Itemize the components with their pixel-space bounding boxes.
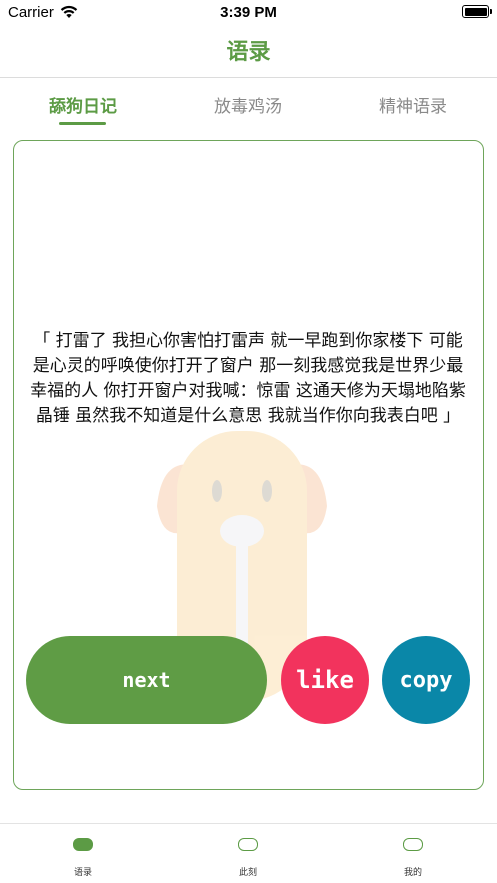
tab-spirit-quotes[interactable]: 精神语录 — [353, 92, 473, 117]
tabbar-label: 我的 — [403, 868, 422, 878]
status-bar: Carrier 3:39 PM — [0, 0, 497, 26]
next-button[interactable]: next — [26, 636, 267, 724]
tabbar-item-profile[interactable]: 我的 — [373, 838, 453, 878]
battery-icon — [462, 5, 492, 18]
tab-licking-diary[interactable]: 舔狗日记 — [23, 92, 143, 117]
copy-button[interactable]: copy — [382, 636, 470, 724]
status-time: 3:39 PM — [220, 4, 277, 21]
moment-tab-icon — [238, 838, 258, 851]
tabbar-item-quotes[interactable]: 语录 — [43, 838, 123, 878]
like-button[interactable]: like — [281, 636, 369, 724]
quote-text: 「 打雷了 我担心你害怕打雷声 就一早跑到你家楼下 可能是心灵的呼唤使你打开了窗… — [30, 331, 466, 426]
profile-tab-icon — [403, 838, 423, 851]
category-tabs: 舔狗日记 放毒鸡汤 精神语录 — [0, 78, 497, 128]
tabbar-label: 此刻 — [238, 868, 257, 878]
page-title: 语录 — [226, 40, 271, 65]
bottom-tab-bar: 语录 此刻 我的 — [0, 823, 497, 883]
tabbar-label: 语录 — [73, 868, 92, 878]
tabbar-item-moment[interactable]: 此刻 — [208, 838, 288, 878]
tab-poison-soup[interactable]: 放毒鸡汤 — [188, 92, 308, 117]
quote-tab-icon — [73, 838, 93, 851]
tab-indicator — [59, 122, 106, 125]
